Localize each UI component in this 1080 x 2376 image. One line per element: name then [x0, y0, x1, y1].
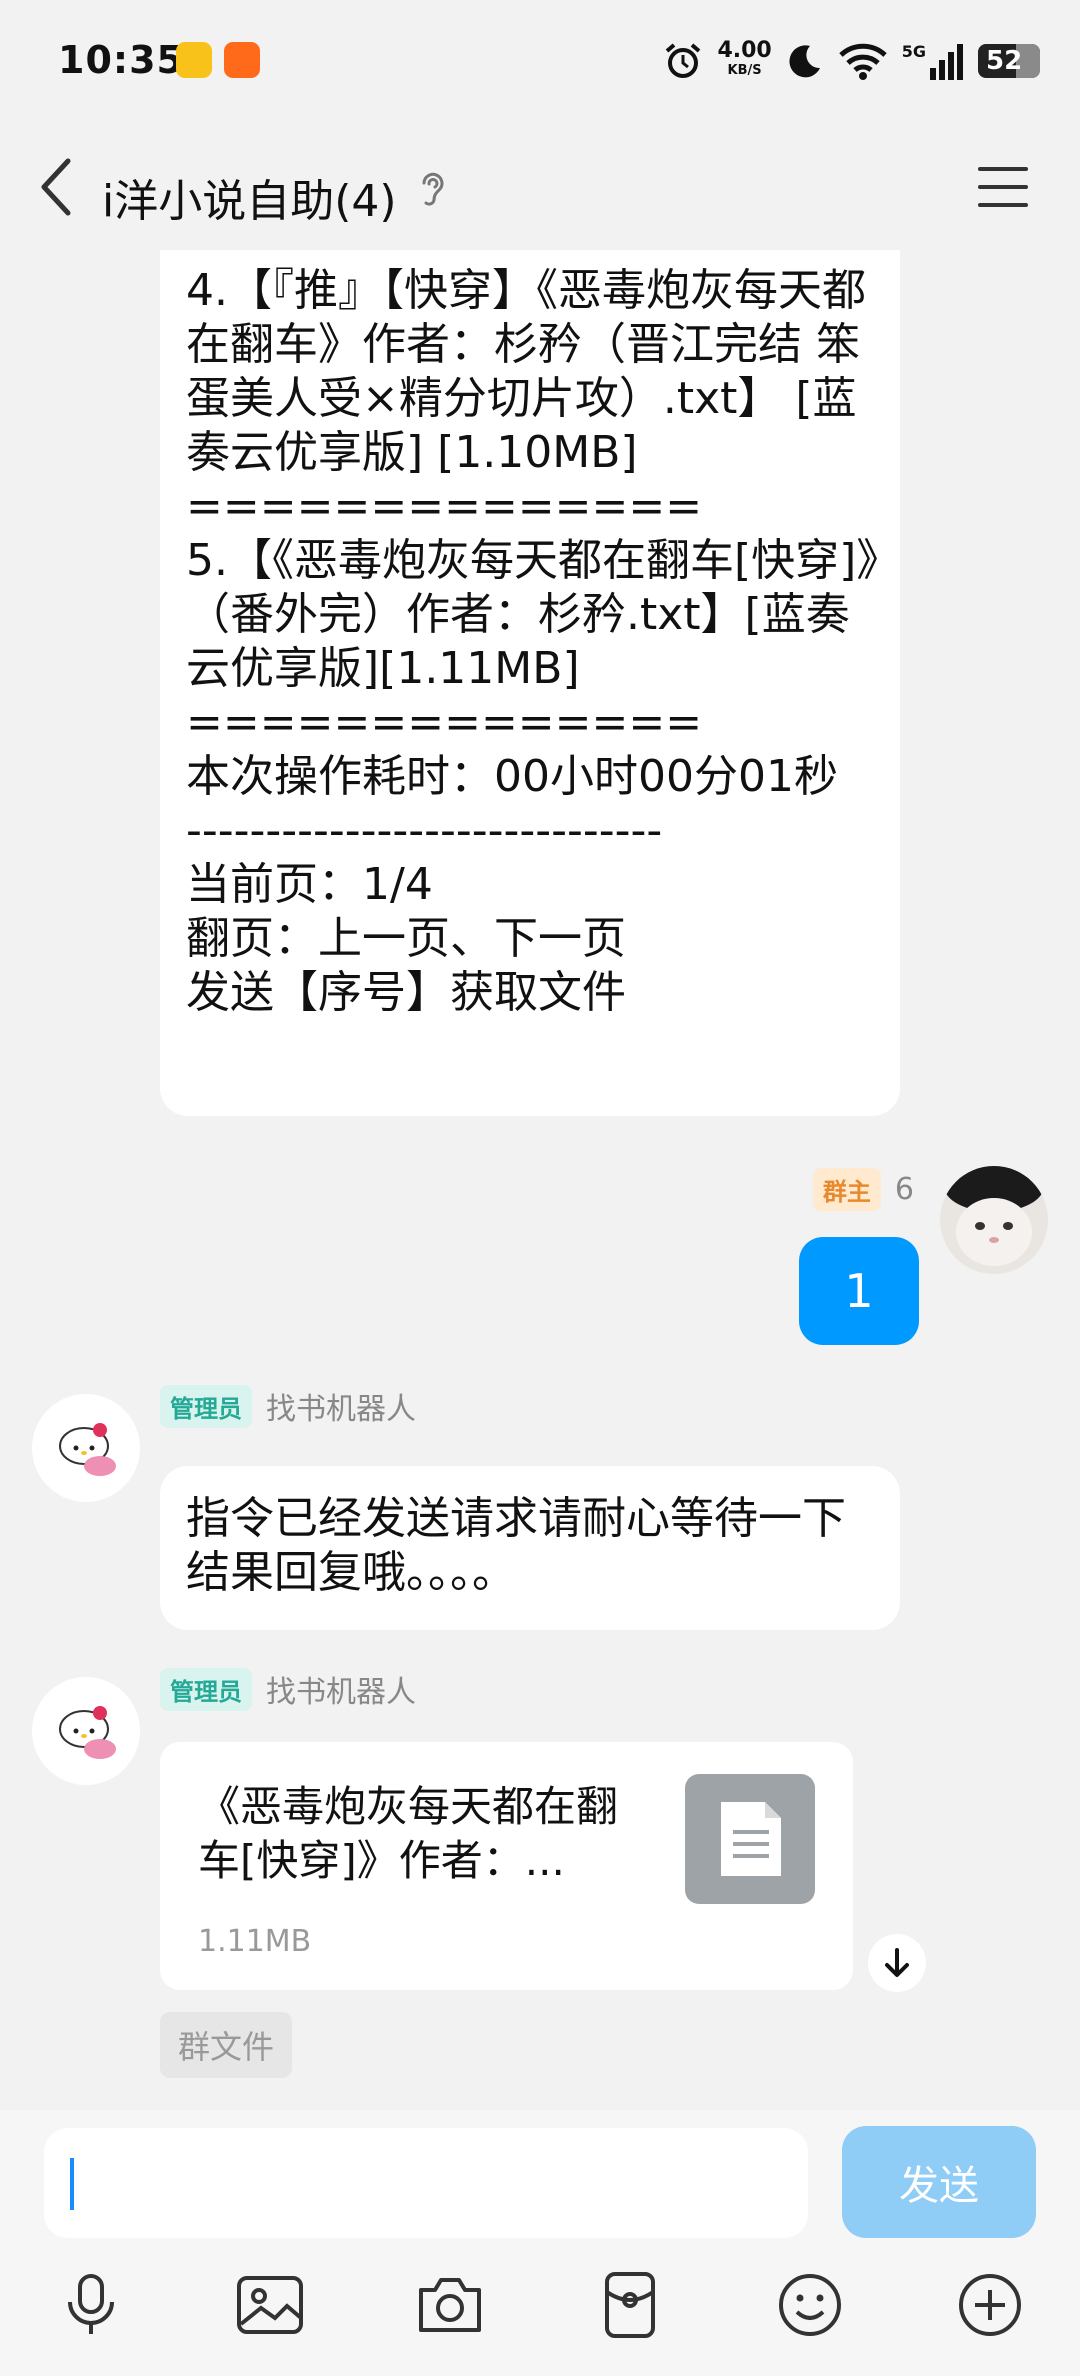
owner-badge: 群主	[812, 1168, 881, 1211]
status-bar: 10:35 4.00 KB/S 5G 52	[0, 0, 1080, 125]
speed-value: 4.00	[717, 38, 772, 63]
app-notification-icon	[176, 42, 212, 78]
emoji-icon[interactable]	[775, 2270, 845, 2340]
bot-avatar[interactable]	[32, 1394, 140, 1502]
document-icon	[685, 1774, 815, 1904]
red-packet-icon[interactable]	[595, 2270, 665, 2340]
status-time: 10:35	[58, 38, 184, 82]
input-area: 发送	[0, 2110, 1080, 2376]
message-sender-info: 管理员 找书机器人	[160, 1384, 416, 1428]
camera-icon[interactable]	[415, 2270, 485, 2340]
back-arrow-icon[interactable]	[36, 155, 76, 219]
message-text: -------------- 4.【『推』【快穿】《恶毒炮灰每天都在翻车》作者：…	[186, 250, 879, 1018]
moon-icon	[789, 45, 820, 78]
ear-icon[interactable]	[418, 169, 448, 209]
alarm-icon	[666, 43, 701, 78]
message-text: 1	[844, 1264, 874, 1318]
battery-level: 52	[986, 46, 1023, 76]
sender-name: 找书机器人	[266, 1675, 416, 1710]
send-button[interactable]: 发送	[842, 2126, 1036, 2238]
admin-badge: 管理员	[160, 1667, 252, 1711]
group-file-tag[interactable]: 群文件	[160, 2012, 293, 2078]
mic-icon[interactable]	[56, 2270, 126, 2340]
message-sender-info: 群主 6	[812, 1168, 914, 1211]
signal-icon	[930, 44, 963, 80]
menu-icon[interactable]	[978, 165, 1028, 209]
chat-title[interactable]: i洋小说自助(4)	[102, 165, 397, 229]
network-speed: 4.00 KB/S	[717, 38, 772, 81]
message-input[interactable]	[44, 2128, 808, 2238]
sender-name: 6	[894, 1172, 914, 1207]
my-avatar[interactable]	[940, 1166, 1048, 1274]
plus-icon[interactable]	[955, 2270, 1025, 2340]
message-bubble-search-result[interactable]: -------------- 4.【『推』【快穿】《恶毒炮灰每天都在翻车》作者：…	[160, 250, 900, 1116]
bot-avatar[interactable]	[32, 1677, 140, 1785]
sender-name: 找书机器人	[266, 1392, 416, 1427]
admin-badge: 管理员	[160, 1384, 252, 1428]
message-list[interactable]: -------------- 4.【『推』【快穿】《恶毒炮灰每天都在翻车》作者：…	[0, 250, 1080, 2110]
my-message-bubble[interactable]: 1	[799, 1237, 919, 1345]
download-icon[interactable]	[868, 1934, 926, 1992]
speed-unit: KB/S	[727, 63, 762, 78]
message-bubble-bot-reply[interactable]: 指令已经发送请求请耐心等待一下结果回复哦。。。。	[160, 1466, 900, 1630]
file-size: 1.11MB	[198, 1924, 312, 1959]
file-message-card[interactable]: 《恶毒炮灰每天都在翻车[快穿]》作者：... 1.11MB	[160, 1742, 853, 1990]
message-text: 指令已经发送请求请耐心等待一下结果回复哦。。。。	[186, 1493, 846, 1598]
chat-header: i洋小说自助(4)	[0, 125, 1080, 250]
app-notification-icon-2	[224, 42, 260, 78]
image-icon[interactable]	[235, 2270, 305, 2340]
wifi-icon	[839, 43, 887, 80]
battery-indicator: 52	[978, 44, 1040, 78]
network-type: 5G	[901, 41, 926, 61]
text-caret	[70, 2158, 74, 2210]
message-sender-info: 管理员 找书机器人	[160, 1667, 416, 1711]
file-name: 《恶毒炮灰每天都在翻车[快穿]》作者：...	[198, 1782, 619, 1885]
